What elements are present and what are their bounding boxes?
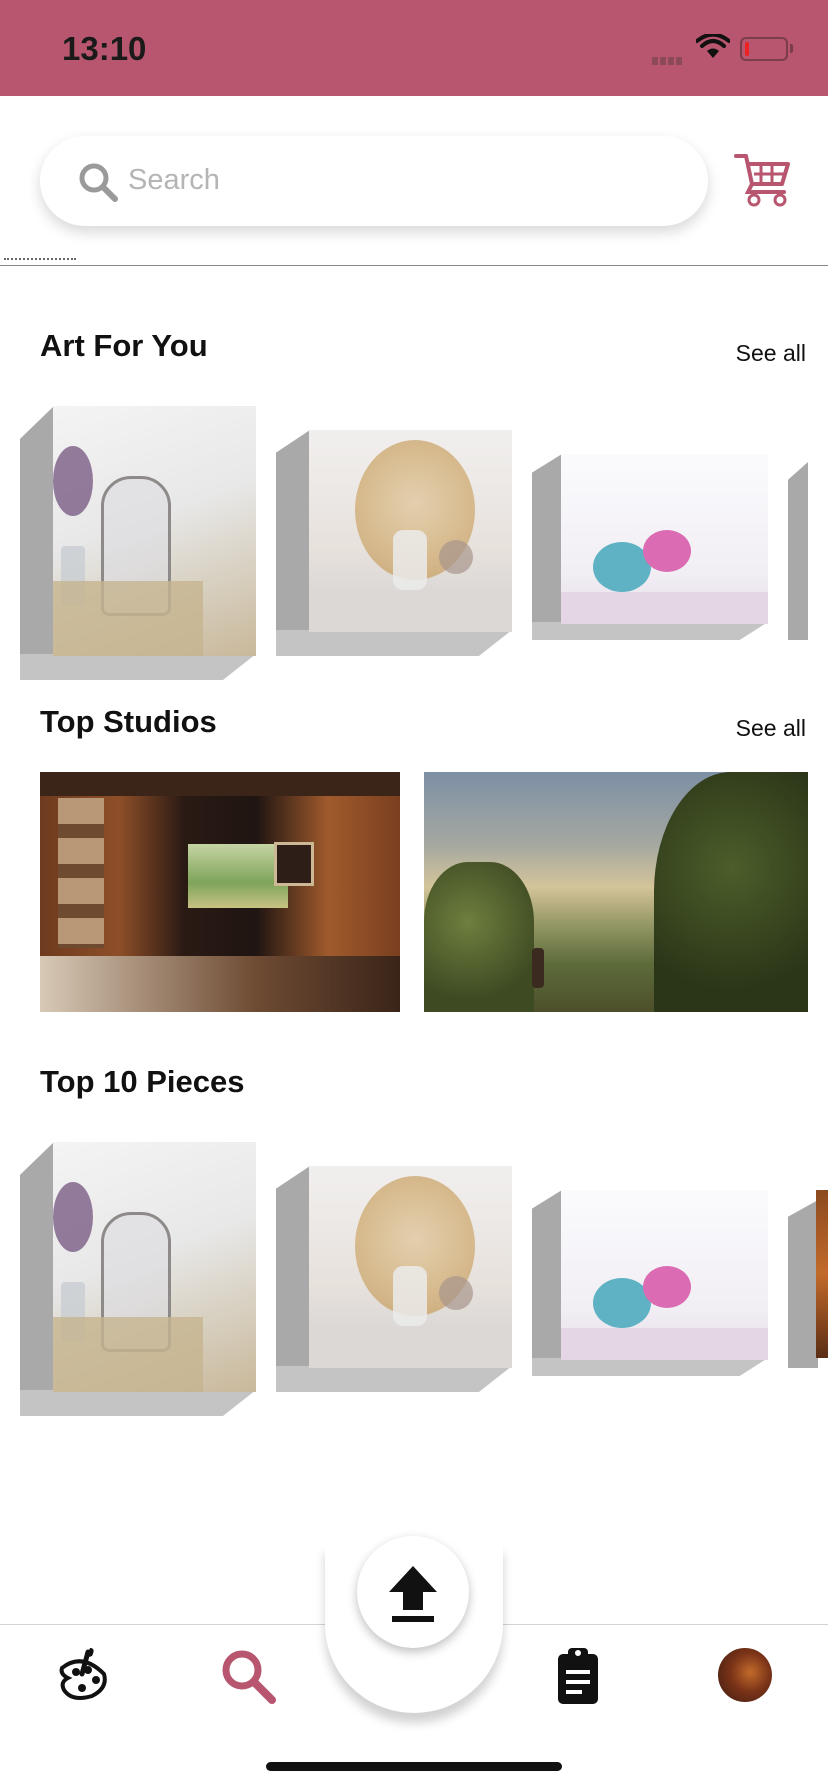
cellular-signal-icon bbox=[652, 52, 684, 70]
section-title-top-pieces: Top 10 Pieces bbox=[40, 1064, 245, 1099]
cart-icon[interactable] bbox=[734, 150, 794, 210]
profile-avatar[interactable] bbox=[718, 1648, 772, 1702]
artwork-image bbox=[309, 1166, 512, 1368]
search-placeholder: Search bbox=[128, 164, 220, 196]
search-icon bbox=[79, 163, 118, 202]
paint-palette-icon[interactable] bbox=[52, 1644, 116, 1708]
upload-button[interactable] bbox=[357, 1536, 469, 1648]
search-input[interactable]: Search bbox=[40, 136, 708, 226]
section-title-top-studios: Top Studios bbox=[40, 704, 217, 739]
header-divider bbox=[0, 265, 828, 266]
studio-image[interactable] bbox=[40, 772, 400, 1012]
studio-image[interactable] bbox=[424, 772, 808, 1012]
wifi-icon bbox=[696, 34, 730, 58]
see-all-top-studios-link[interactable]: See all bbox=[736, 715, 806, 742]
artwork-card[interactable] bbox=[20, 1142, 256, 1416]
artwork-image bbox=[53, 406, 256, 656]
artwork-card[interactable] bbox=[20, 406, 256, 680]
header-divider-residue bbox=[4, 258, 76, 262]
artwork-card-partial[interactable] bbox=[788, 462, 808, 640]
artwork-card[interactable] bbox=[276, 1166, 512, 1392]
artwork-image bbox=[561, 454, 768, 624]
artwork-image bbox=[561, 1190, 768, 1360]
see-all-art-for-you-link[interactable]: See all bbox=[736, 340, 806, 367]
battery-tip bbox=[790, 44, 793, 53]
section-title-art-for-you: Art For You bbox=[40, 328, 208, 363]
artwork-card[interactable] bbox=[532, 454, 768, 640]
artwork-card[interactable] bbox=[532, 1190, 768, 1376]
clipboard-icon[interactable] bbox=[546, 1644, 610, 1708]
artwork-image bbox=[53, 1142, 256, 1392]
artwork-card[interactable] bbox=[276, 430, 512, 656]
status-bar: 13:10 bbox=[0, 0, 828, 96]
status-time: 13:10 bbox=[62, 30, 147, 67]
artwork-image bbox=[309, 430, 512, 632]
search-tab-icon[interactable] bbox=[216, 1644, 280, 1708]
upload-icon bbox=[389, 1566, 437, 1622]
home-indicator bbox=[266, 1762, 562, 1771]
artwork-card-partial[interactable] bbox=[788, 1190, 828, 1368]
battery-icon bbox=[740, 37, 788, 61]
